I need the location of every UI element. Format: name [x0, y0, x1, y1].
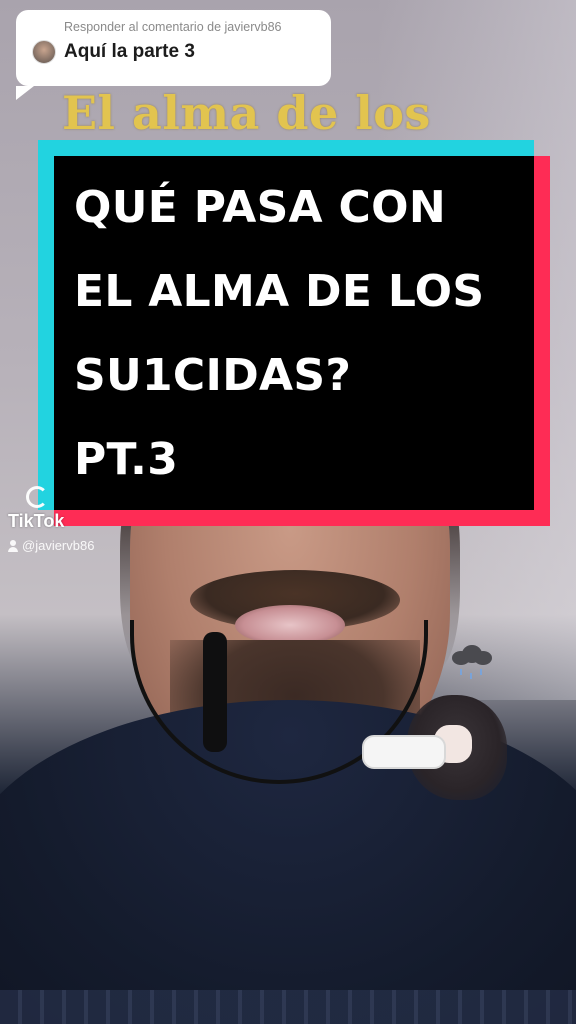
- overlay-caption: El alma de los: [62, 86, 431, 140]
- comment-reply-bubble[interactable]: Responder al comentario de javiervb86 Aq…: [16, 10, 331, 100]
- title-line-4: PT.3: [74, 434, 179, 485]
- title-box: QUÉ PASA CON EL ALMA DE LOS SU1CIDAS? PT…: [54, 156, 534, 510]
- earphone-remote: [203, 632, 227, 752]
- title-line-1: QUÉ PASA CON: [74, 182, 446, 233]
- reply-body: Aquí la parte 3: [32, 40, 317, 64]
- rain-cloud-icon: [452, 645, 492, 679]
- tiktok-logo-icon: [26, 486, 48, 508]
- avatar: [32, 40, 56, 64]
- sticker-body: [362, 735, 446, 769]
- watermark-brand: TikTok: [8, 511, 65, 531]
- sleeping-character-sticker: [362, 645, 512, 805]
- user-icon: [8, 539, 18, 552]
- shirt-pattern: [0, 990, 576, 1024]
- title-line-2: EL ALMA DE LOS: [74, 266, 485, 317]
- watermark-user: @javiervb86: [8, 538, 94, 553]
- reply-header: Responder al comentario de javiervb86: [64, 20, 282, 34]
- title-line-3: SU1CIDAS?: [74, 350, 352, 401]
- reply-text: Aquí la parte 3: [64, 41, 195, 62]
- watermark-username: @javiervb86: [22, 538, 95, 553]
- title-card: QUÉ PASA CON EL ALMA DE LOS SU1CIDAS? PT…: [38, 140, 550, 526]
